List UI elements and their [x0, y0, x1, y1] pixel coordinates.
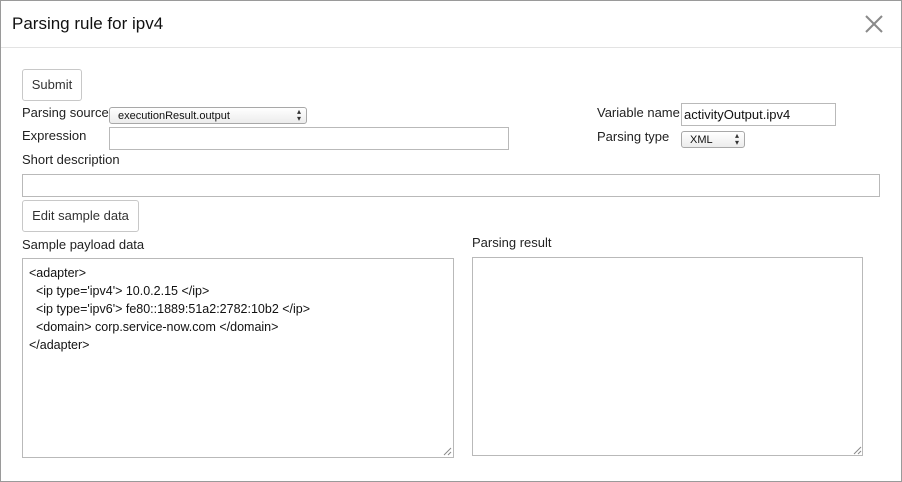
- variable-name-value: activityOutput.ipv4: [684, 107, 791, 122]
- sample-line: <adapter>: [29, 266, 86, 280]
- parsing-type-label: Parsing type: [597, 129, 670, 144]
- parsing-result-label: Parsing result: [472, 235, 552, 250]
- short-description-input[interactable]: [22, 174, 880, 197]
- resize-grip-icon[interactable]: [853, 446, 862, 455]
- expression-input[interactable]: [109, 127, 509, 150]
- select-arrows-icon: ▴ ▾: [296, 107, 301, 123]
- parsing-source-label: Parsing source: [22, 105, 109, 120]
- dialog-title: Parsing rule for ipv4: [12, 14, 164, 33]
- edit-sample-data-button[interactable]: Edit sample data: [22, 200, 139, 232]
- parsing-source-select[interactable]: executionResult.output ▴ ▾: [109, 107, 307, 124]
- select-arrows-icon: ▴ ▾: [734, 131, 739, 147]
- parsing-result-textarea[interactable]: [472, 257, 863, 456]
- expression-label: Expression: [22, 128, 87, 143]
- dialog-header: Parsing rule for ipv4: [1, 1, 901, 48]
- close-icon[interactable]: [863, 13, 885, 35]
- sample-line: </adapter>: [29, 338, 90, 352]
- submit-button[interactable]: Submit: [22, 69, 82, 101]
- parsing-rule-dialog: Parsing rule for ipv4 Submit Parsing sou…: [0, 0, 902, 482]
- resize-grip-icon[interactable]: [443, 447, 452, 456]
- parsing-type-select[interactable]: XML ▴ ▾: [681, 131, 745, 148]
- variable-name-input[interactable]: activityOutput.ipv4: [681, 103, 836, 126]
- variable-name-label: Variable name: [597, 105, 680, 120]
- sample-line: <domain> corp.service-now.com </domain>: [29, 320, 279, 334]
- sample-payload-textarea[interactable]: <adapter> <ip type='ipv4'> 10.0.2.15 </i…: [22, 258, 454, 458]
- short-description-label: Short description: [22, 152, 120, 167]
- parsing-type-value: XML: [690, 134, 713, 146]
- parsing-source-value: executionResult.output: [118, 110, 230, 122]
- sample-line: <ip type='ipv6'> fe80::1889:51a2:2782:10…: [29, 302, 311, 316]
- sample-payload-label: Sample payload data: [22, 237, 145, 252]
- sample-line: <ip type='ipv4'> 10.0.2.15 </ip>: [29, 284, 210, 298]
